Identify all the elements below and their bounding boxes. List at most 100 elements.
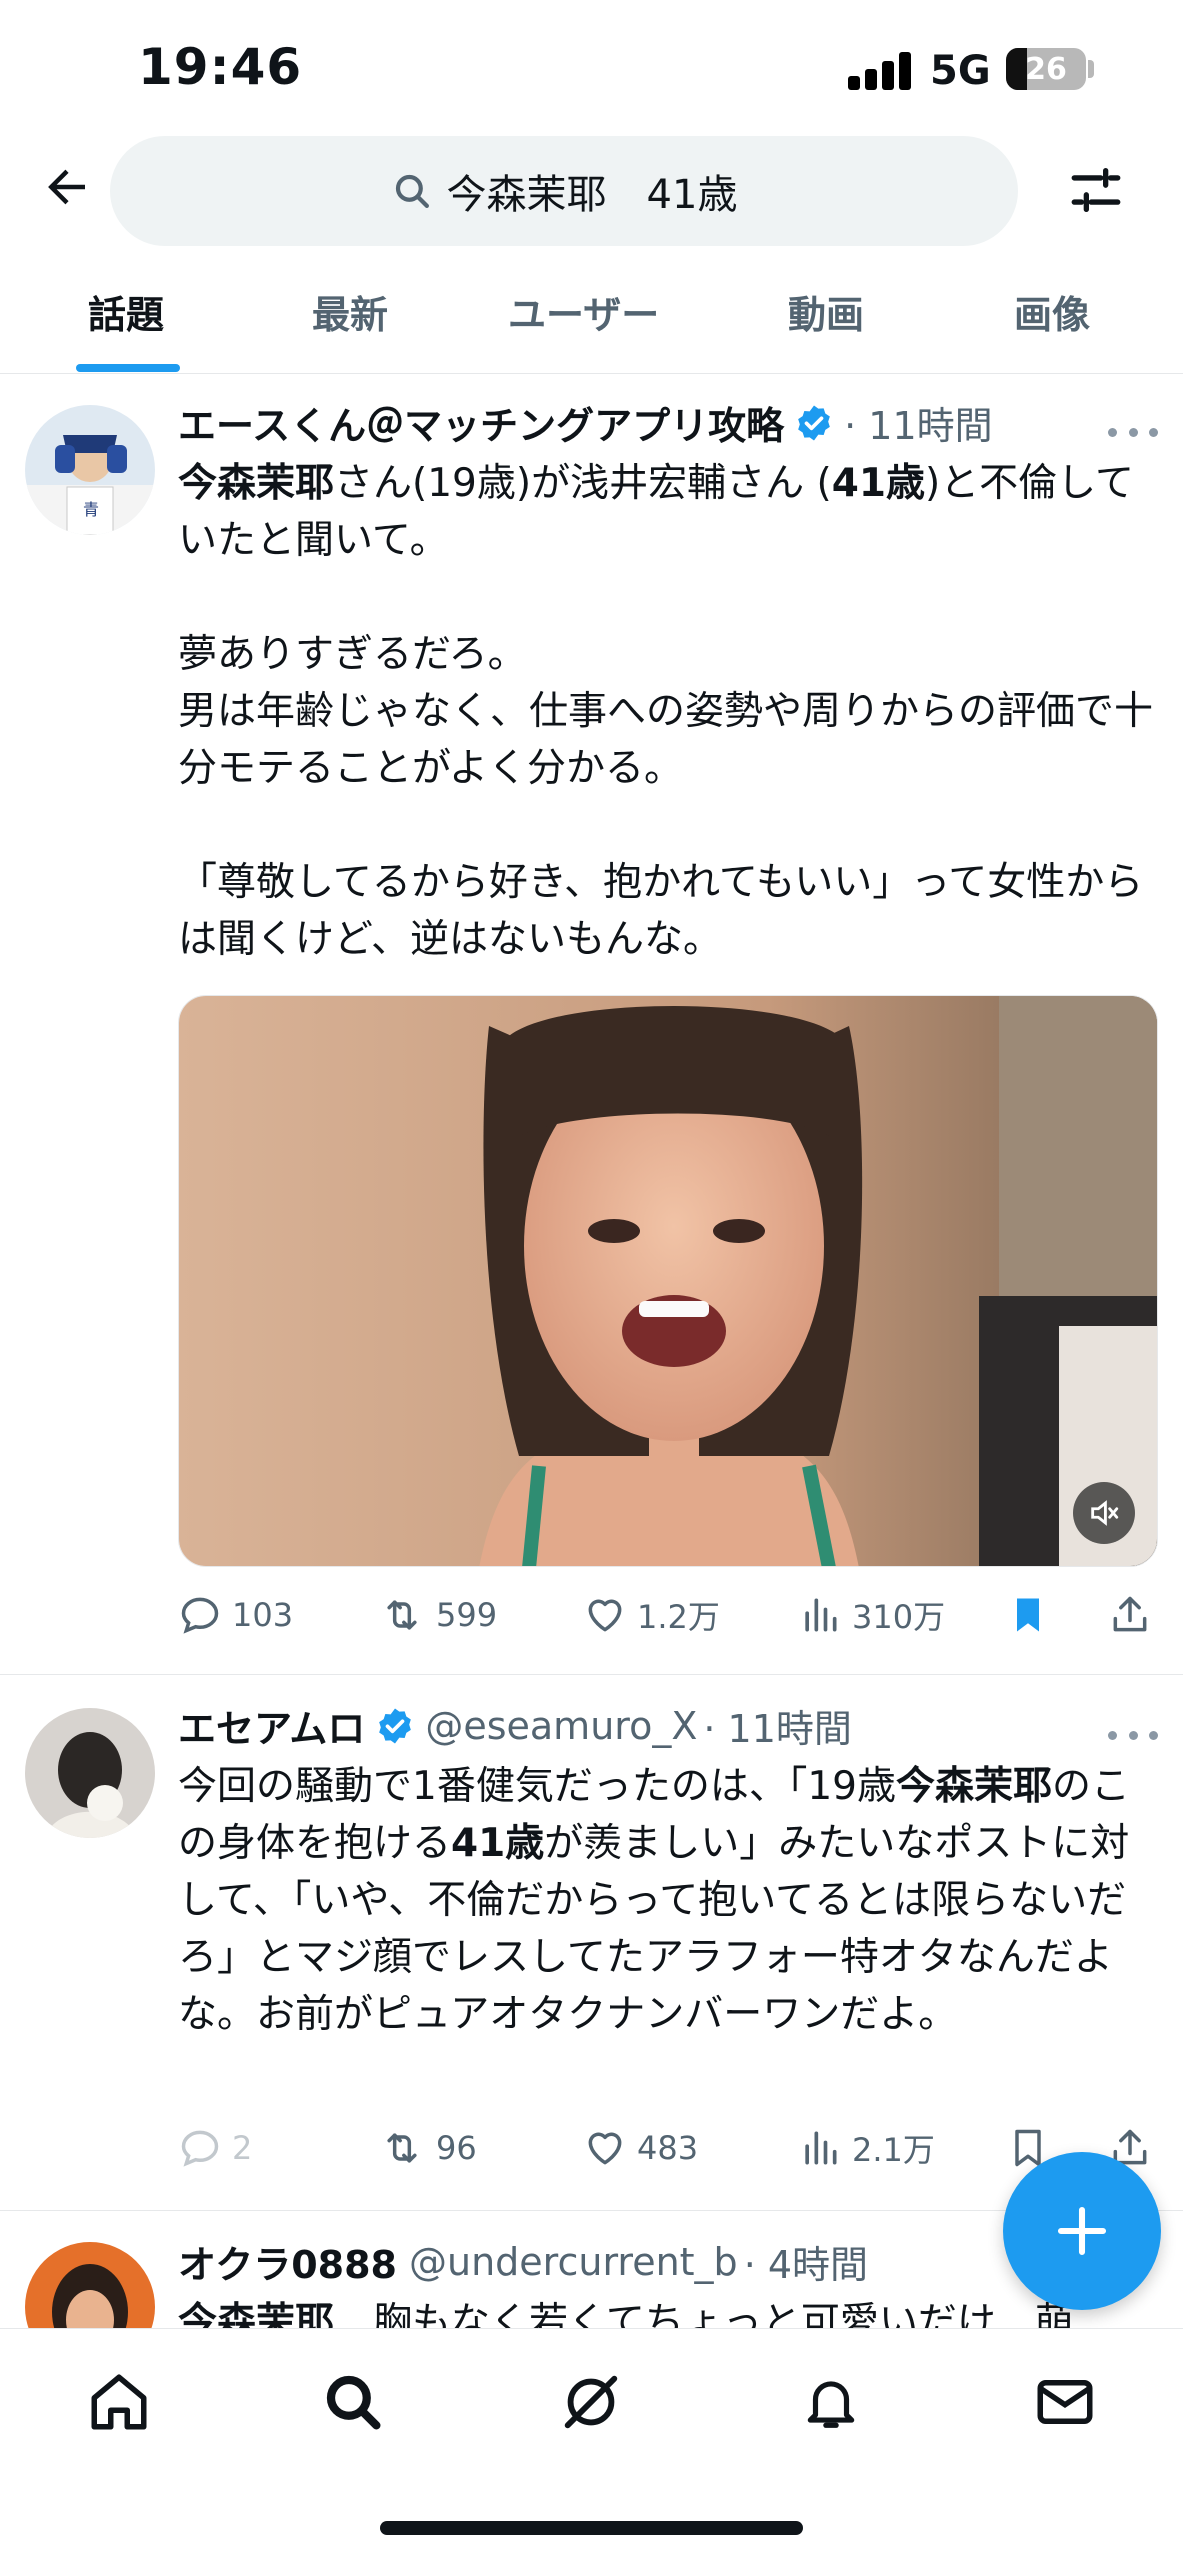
tweet-time[interactable]: · 11時間	[703, 1698, 852, 1753]
search-input[interactable]: 今森茉耶 41歳	[110, 136, 1018, 246]
search-icon	[326, 2375, 381, 2430]
home-icon	[91, 2374, 147, 2430]
video-thumbnail	[179, 996, 1157, 1566]
avatar[interactable]	[25, 1708, 155, 1838]
mute-button[interactable]	[1073, 1482, 1135, 1544]
bell-icon	[807, 2381, 855, 2428]
tab-latest[interactable]: 最新	[312, 284, 388, 339]
back-button[interactable]	[30, 150, 104, 224]
reply-icon	[181, 1597, 219, 1634]
status-bar: 19:46 5G 26	[0, 0, 1183, 130]
tweet-time[interactable]: · 11時間	[844, 395, 993, 450]
tweet-video[interactable]	[178, 995, 1158, 1567]
text-segment: 胸もなく若くてちょっと可愛いだけ 萌	[334, 2300, 1074, 2328]
share-button[interactable]	[1108, 1585, 1152, 1645]
battery-tip	[1088, 60, 1094, 78]
retweet-icon	[387, 1600, 417, 1630]
avatar[interactable]: 青	[25, 405, 155, 535]
retweet-count: 96	[436, 2129, 477, 2167]
nav-messages[interactable]	[1020, 2357, 1110, 2447]
avatar[interactable]	[25, 2242, 155, 2328]
analytics-icon	[805, 2131, 837, 2165]
more-options-icon[interactable]	[1108, 417, 1158, 447]
view-count: 2.1万	[852, 2131, 935, 2169]
grok-icon	[564, 2375, 618, 2429]
tweet[interactable]: 青 エースくん＠マッチングアプリ攻略 · 11時間 今森茉耶さん(19歳)が浅井…	[0, 375, 1183, 1675]
view-count: 310万	[852, 1598, 946, 1636]
author-name[interactable]: エースくん＠マッチングアプリ攻略	[178, 395, 784, 450]
compose-button[interactable]	[1003, 2152, 1161, 2310]
search-filter-button[interactable]	[1056, 150, 1136, 230]
retweet-count: 599	[436, 1596, 498, 1634]
verified-badge-icon	[798, 405, 830, 440]
nav-grok[interactable]	[546, 2357, 636, 2447]
arrow-left-icon	[48, 169, 85, 205]
search-icon	[395, 174, 429, 208]
search-query: 今森茉耶 41歳	[446, 172, 738, 218]
tab-images[interactable]: 画像	[1014, 284, 1090, 339]
reply-icon	[181, 2130, 219, 2167]
battery-level: 26	[1025, 52, 1067, 87]
tweet-text: 今森茉耶さん(19歳)が浅井宏輔さん (41歳)と不倫していたと聞いて。 夢あり…	[178, 455, 1168, 968]
author-name[interactable]: エセアムロ	[178, 1698, 365, 1753]
highlight-keyword: 今森茉耶	[178, 461, 335, 506]
highlight-keyword: 今森茉耶	[178, 2300, 335, 2328]
tab-videos[interactable]: 動画	[788, 284, 864, 339]
signal-strength-icon	[848, 50, 918, 90]
tab-trending[interactable]: 話題	[88, 284, 164, 339]
nav-search[interactable]	[308, 2357, 398, 2447]
network-type: 5G	[930, 48, 991, 94]
nav-notifications[interactable]	[786, 2357, 876, 2447]
bookmark-button[interactable]	[1006, 1585, 1050, 1645]
reply-button[interactable]: 2	[178, 2118, 252, 2178]
sliders-icon	[1071, 168, 1121, 212]
highlight-keyword: 41歳	[451, 1821, 545, 1866]
heart-icon	[588, 1599, 622, 1632]
more-options-icon[interactable]	[1108, 1720, 1158, 1750]
author-handle[interactable]: @eseamuro_X	[425, 1704, 697, 1748]
reply-count: 103	[232, 1596, 294, 1634]
highlight-keyword: 41歳	[831, 461, 925, 506]
analytics-icon	[805, 1598, 837, 1632]
retweet-icon	[387, 2133, 417, 2163]
tab-users[interactable]: ユーザー	[508, 284, 659, 339]
search-tabs: 話題 最新 ユーザー 動画 画像	[0, 262, 1183, 374]
tweet-text: 今森茉耶 胸もなく若くてちょっと可愛いだけ 萌	[178, 2294, 1168, 2328]
bookmark-filled-icon	[1017, 1598, 1039, 1632]
like-count: 1.2万	[637, 1598, 720, 1636]
svg-text:青: 青	[83, 500, 99, 519]
tweet-header: オクラ0888 @undercurrent_b · 4時間	[178, 2234, 868, 2289]
home-indicator	[380, 2521, 803, 2535]
tweet[interactable]: エセアムロ @eseamuro_X · 11時間 今回の騒動で1番健気だったのは…	[0, 1676, 1183, 2211]
tweet-header: エセアムロ @eseamuro_X · 11時間	[178, 1698, 852, 1753]
like-button[interactable]: 1.2万	[583, 1585, 720, 1645]
tweet-actions: 2 96 483 2.1万	[178, 2118, 1168, 2178]
tweet-header: エースくん＠マッチングアプリ攻略 · 11時間	[178, 395, 993, 450]
author-name[interactable]: オクラ0888	[178, 2234, 397, 2289]
active-tab-indicator	[76, 364, 180, 372]
retweet-button[interactable]: 599	[378, 1585, 497, 1645]
tweet-text: 今回の騒動で1番健気だったのは、「19歳今森茉耶のこの身体を抱ける41歳が羨まし…	[178, 1758, 1168, 2043]
retweet-button[interactable]: 96	[378, 2118, 477, 2178]
like-count: 483	[637, 2129, 699, 2167]
tweet-time[interactable]: · 4時間	[744, 2234, 868, 2289]
tweet-actions: 103 599 1.2万 310万	[178, 1585, 1168, 1645]
heart-icon	[588, 2132, 622, 2165]
text-segment: さん(19歳)が浅井宏輔さん (	[334, 461, 832, 506]
reply-button[interactable]: 103	[178, 1585, 293, 1645]
bottom-navigation	[0, 2328, 1183, 2560]
views-button[interactable]: 310万	[798, 1585, 945, 1645]
like-button[interactable]: 483	[583, 2118, 698, 2178]
highlight-keyword: 今森茉耶	[895, 1764, 1052, 1809]
share-icon	[1113, 1596, 1147, 1632]
mail-icon	[1037, 2380, 1093, 2424]
text-segment: )と不倫していたと聞いて。 夢ありすぎるだろ。 男は年齢じゃなく、仕事への姿勢や…	[178, 461, 1154, 962]
verified-badge-icon	[379, 1708, 412, 1743]
speaker-muted-icon	[1091, 1500, 1119, 1526]
reply-count: 2	[232, 2129, 253, 2167]
views-button[interactable]: 2.1万	[798, 2118, 935, 2178]
battery-icon: 26	[1006, 48, 1086, 90]
author-handle[interactable]: @undercurrent_b	[409, 2240, 738, 2284]
nav-home[interactable]	[74, 2357, 164, 2447]
plus-icon	[1057, 2206, 1107, 2256]
